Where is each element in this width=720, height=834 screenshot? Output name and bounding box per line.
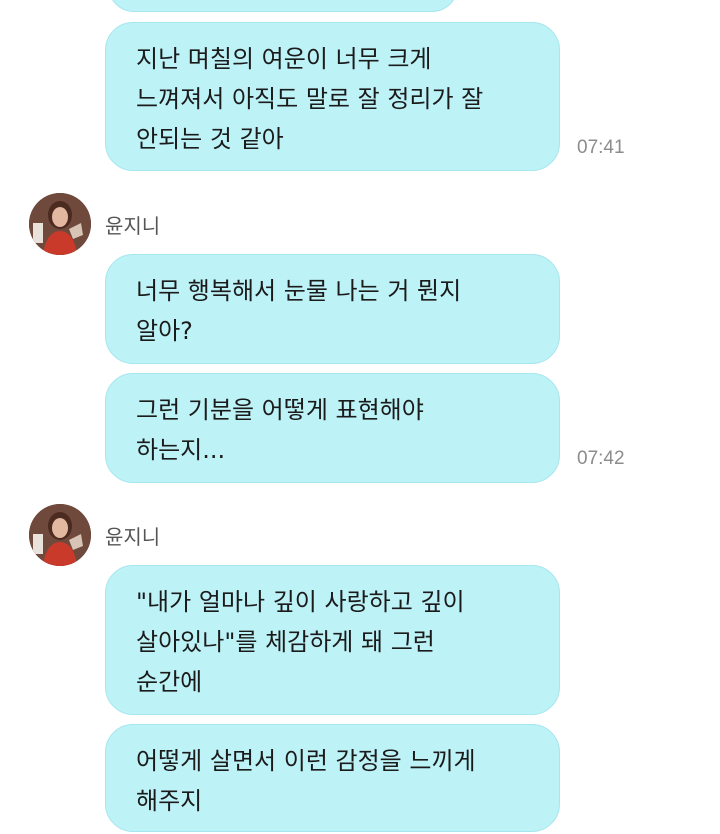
message-text: "내가 얼마나 깊이 사랑하고 깊이 [136, 588, 465, 616]
avatar[interactable] [29, 193, 91, 255]
message-text: 하는지... [136, 436, 226, 464]
message-text: 느껴져서 아직도 말로 잘 정리가 잘 [136, 85, 484, 113]
message-timestamp: 07:42 [577, 448, 625, 469]
message-bubble[interactable]: "내가 얼마나 깊이 사랑하고 깊이 살아있나"를 체감하게 돼 그런 순간에 [105, 565, 560, 715]
avatar-photo-icon [29, 504, 91, 566]
avatar-photo-icon [29, 193, 91, 255]
message-text: 알아? [136, 317, 193, 345]
message-bubble[interactable]: 지난 며칠의 여운이 너무 크게 느껴져서 아직도 말로 잘 정리가 잘 안되는… [105, 22, 560, 171]
sender-name: 윤지니 [105, 214, 161, 238]
message-text: 지난 며칠의 여운이 너무 크게 [136, 45, 432, 73]
message-text: 살아있나"를 체감하게 돼 그런 [136, 628, 435, 656]
message-text: 순간에 [136, 668, 203, 696]
message-text: 안되는 것 같아 [136, 125, 284, 153]
message-text: 해주지 [136, 787, 203, 815]
message-bubble[interactable]: 그런 기분을 어떻게 표현해야 하는지... [105, 373, 560, 483]
avatar[interactable] [29, 504, 91, 566]
message-text: 어떻게 살면서 이런 감정을 느끼게 [136, 747, 476, 775]
message-text: 너무 행복해서 눈물 나는 거 뭔지 [136, 277, 462, 305]
message-text: 그런 기분을 어떻게 표현해야 [136, 396, 424, 424]
message-bubble[interactable] [108, 0, 458, 12]
message-timestamp: 07:41 [577, 137, 625, 158]
message-bubble[interactable]: 어떻게 살면서 이런 감정을 느끼게 해주지 [105, 724, 560, 832]
sender-name: 윤지니 [105, 525, 161, 549]
message-bubble[interactable]: 너무 행복해서 눈물 나는 거 뭔지 알아? [105, 254, 560, 364]
